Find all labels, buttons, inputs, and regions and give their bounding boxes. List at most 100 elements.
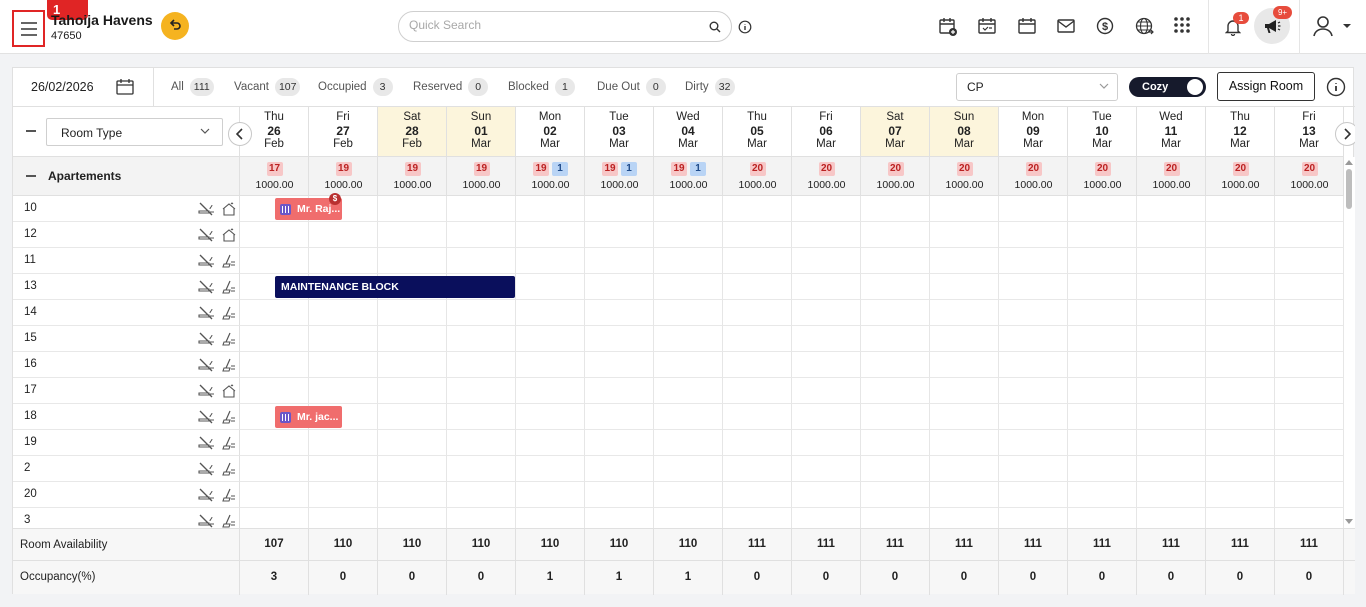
room-day-cell[interactable]	[1137, 196, 1206, 222]
filter-reserved[interactable]: Reserved 0	[413, 78, 489, 96]
room-day-cell[interactable]	[309, 248, 378, 274]
day-header[interactable]: Sat 07 Mar	[861, 107, 930, 157]
assign-room-button[interactable]: Assign Room	[1217, 72, 1315, 101]
room-day-cell[interactable]	[930, 508, 999, 528]
hamburger-menu-button[interactable]	[12, 10, 45, 47]
day-header[interactable]: Mon 02 Mar	[516, 107, 585, 157]
scroll-up-icon[interactable]	[1345, 160, 1353, 165]
cozy-view-toggle[interactable]: Cozy	[1129, 77, 1206, 97]
room-day-cell[interactable]	[1275, 378, 1344, 404]
room-day-cell[interactable]	[585, 378, 654, 404]
room-day-cell[interactable]	[240, 482, 309, 508]
category-day-cell[interactable]: 19 1000.00	[309, 157, 378, 196]
room-day-cell[interactable]	[654, 430, 723, 456]
room-day-cell[interactable]	[792, 222, 861, 248]
room-day-cell[interactable]	[999, 300, 1068, 326]
room-day-cell[interactable]	[516, 300, 585, 326]
room-day-cell[interactable]	[792, 300, 861, 326]
room-day-cell[interactable]	[1068, 300, 1137, 326]
room-day-cell[interactable]	[516, 326, 585, 352]
category-day-cell[interactable]: 17 1000.00	[240, 157, 309, 196]
category-day-cell[interactable]: 20 1000.00	[1137, 157, 1206, 196]
room-day-cell[interactable]	[999, 482, 1068, 508]
room-day-cell[interactable]	[585, 430, 654, 456]
category-day-cell[interactable]: 20 1000.00	[930, 157, 999, 196]
room-day-cell[interactable]	[999, 274, 1068, 300]
room-day-cell[interactable]	[792, 430, 861, 456]
room-day-cell[interactable]	[654, 326, 723, 352]
apps-grid-icon[interactable]	[1174, 17, 1190, 33]
room-day-cell[interactable]	[654, 456, 723, 482]
calendar-icon[interactable]	[116, 78, 134, 96]
room-day-cell[interactable]	[447, 222, 516, 248]
room-day-cell[interactable]	[930, 300, 999, 326]
room-day-cell[interactable]	[1206, 508, 1275, 528]
room-day-cell[interactable]	[861, 482, 930, 508]
room-day-cell[interactable]	[723, 508, 792, 528]
room-day-cell[interactable]	[378, 378, 447, 404]
room-day-cell[interactable]	[585, 196, 654, 222]
room-day-cell[interactable]	[999, 378, 1068, 404]
clean-status-icon[interactable]	[221, 202, 237, 216]
room-day-cell[interactable]	[1275, 248, 1344, 274]
room-day-cell[interactable]	[309, 222, 378, 248]
clean-status-icon[interactable]	[221, 384, 237, 398]
room-day-cell[interactable]	[723, 456, 792, 482]
room-day-cell[interactable]	[654, 196, 723, 222]
room-day-cell[interactable]	[447, 508, 516, 528]
room-day-cell[interactable]	[1068, 378, 1137, 404]
category-day-cell[interactable]: 19 1 1000.00	[516, 157, 585, 196]
room-day-cell[interactable]	[309, 352, 378, 378]
day-header[interactable]: Wed 11 Mar	[1137, 107, 1206, 157]
room-day-cell[interactable]	[723, 378, 792, 404]
globe-icon[interactable]	[1135, 17, 1155, 37]
filter-blocked[interactable]: Blocked 1	[508, 78, 575, 96]
room-day-cell[interactable]	[1068, 326, 1137, 352]
room-day-cell[interactable]	[585, 404, 654, 430]
room-row-label[interactable]: 2	[13, 456, 240, 482]
room-day-cell[interactable]	[1275, 430, 1344, 456]
room-day-cell[interactable]	[447, 326, 516, 352]
room-day-cell[interactable]	[240, 378, 309, 404]
room-day-cell[interactable]	[654, 248, 723, 274]
room-day-cell[interactable]	[1068, 196, 1137, 222]
room-day-cell[interactable]	[516, 456, 585, 482]
maintenance-block[interactable]: MAINTENANCE BLOCK	[275, 276, 515, 298]
category-day-cell[interactable]: 19 1 1000.00	[585, 157, 654, 196]
room-day-cell[interactable]	[516, 248, 585, 274]
room-row-label[interactable]: 10	[13, 196, 240, 222]
room-day-cell[interactable]	[930, 222, 999, 248]
room-day-cell[interactable]	[1206, 326, 1275, 352]
room-day-cell[interactable]	[723, 482, 792, 508]
room-day-cell[interactable]	[378, 196, 447, 222]
calendar-icon[interactable]	[1018, 17, 1036, 35]
room-day-cell[interactable]	[1206, 300, 1275, 326]
room-day-cell[interactable]	[999, 222, 1068, 248]
room-day-cell[interactable]	[999, 352, 1068, 378]
room-day-cell[interactable]	[516, 352, 585, 378]
undo-button[interactable]	[161, 12, 189, 40]
dirty-status-icon[interactable]	[221, 436, 237, 450]
room-day-cell[interactable]	[861, 404, 930, 430]
search-input[interactable]	[409, 18, 699, 32]
room-day-cell[interactable]	[654, 508, 723, 528]
room-row-label[interactable]: 14	[13, 300, 240, 326]
room-day-cell[interactable]	[930, 482, 999, 508]
room-day-cell[interactable]	[861, 352, 930, 378]
room-day-cell[interactable]	[585, 274, 654, 300]
room-day-cell[interactable]	[861, 456, 930, 482]
room-day-cell[interactable]	[999, 196, 1068, 222]
room-day-cell[interactable]	[1275, 326, 1344, 352]
room-day-cell[interactable]	[1068, 482, 1137, 508]
room-day-cell[interactable]	[930, 430, 999, 456]
collapse-category-icon[interactable]	[26, 175, 36, 177]
room-day-cell[interactable]	[1206, 456, 1275, 482]
room-day-cell[interactable]	[1068, 508, 1137, 528]
room-day-cell[interactable]	[654, 300, 723, 326]
room-day-cell[interactable]	[1137, 274, 1206, 300]
day-header[interactable]: Thu 12 Mar	[1206, 107, 1275, 157]
room-day-cell[interactable]	[792, 352, 861, 378]
room-day-cell[interactable]	[930, 274, 999, 300]
room-day-cell[interactable]	[861, 196, 930, 222]
room-day-cell[interactable]	[999, 326, 1068, 352]
